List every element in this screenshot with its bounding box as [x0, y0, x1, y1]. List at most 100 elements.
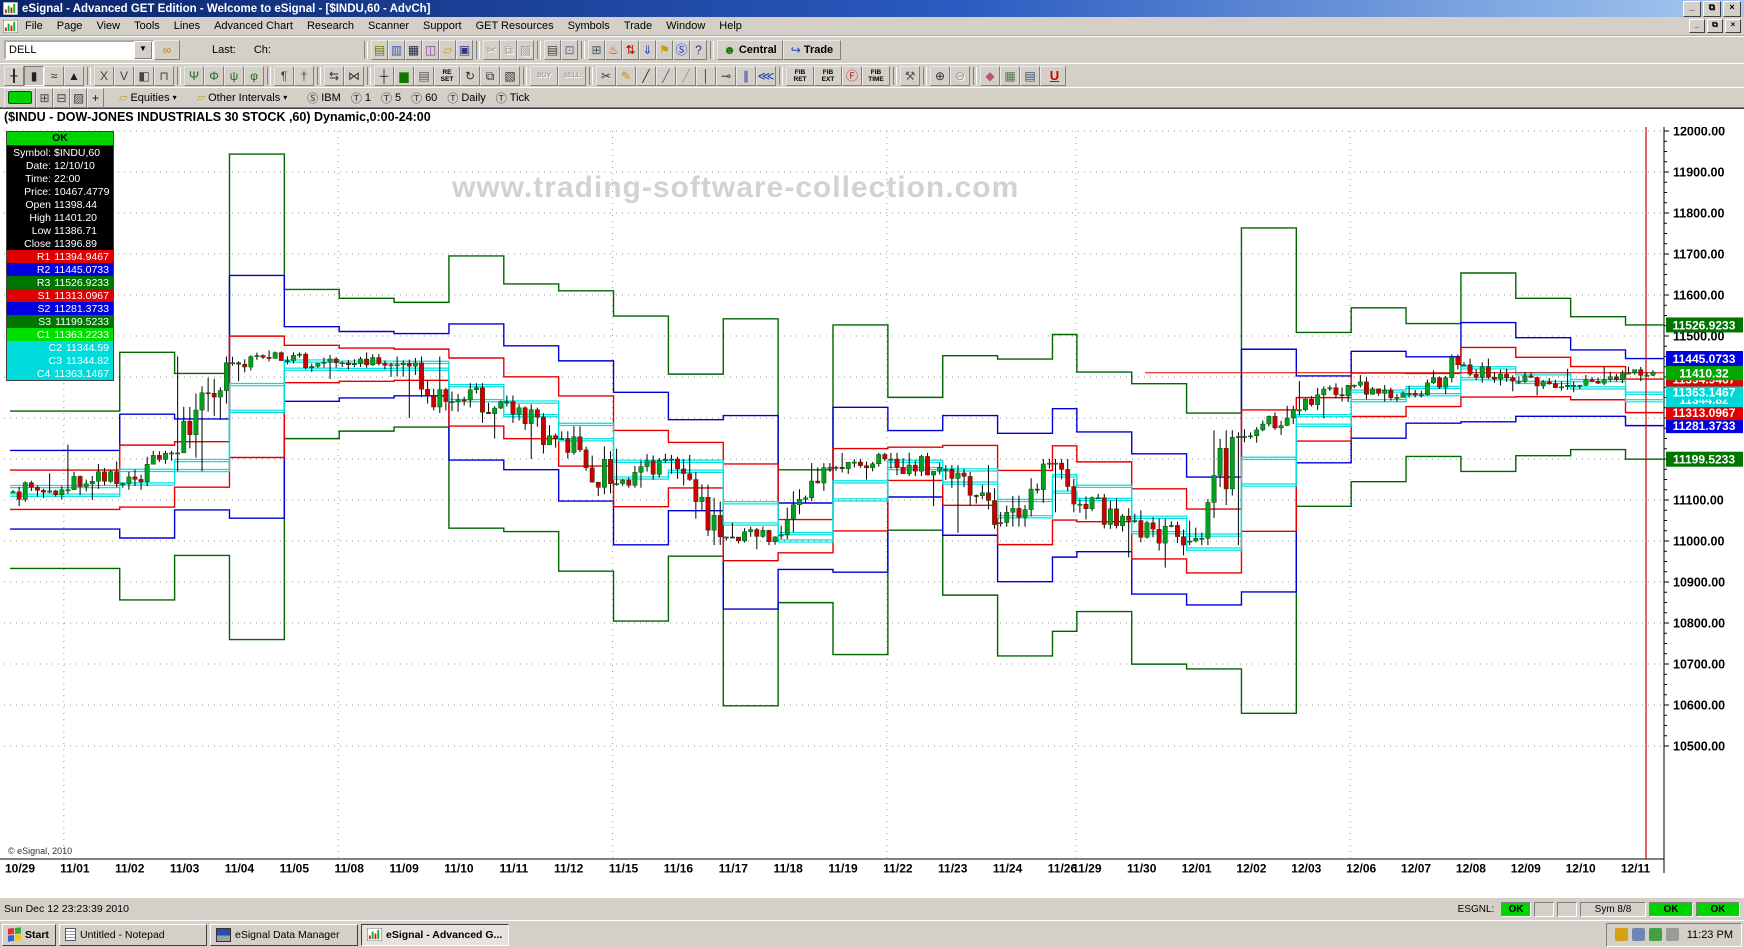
other-intervals-dropdown[interactable]: ▱ Other Intervals ▾: [192, 89, 293, 107]
copy-layout-icon[interactable]: ⊟: [53, 87, 70, 108]
menu-research[interactable]: Research: [300, 18, 361, 34]
alerts-bell-icon[interactable]: ⚑: [655, 40, 673, 60]
add-page-icon[interactable]: +: [87, 87, 104, 108]
volume-icon[interactable]: [1665, 928, 1679, 941]
chart-gallery-icon[interactable]: ◫: [421, 40, 439, 60]
grid-style-icon[interactable]: ▦: [1000, 65, 1020, 86]
hot-lists-icon[interactable]: ♨: [604, 40, 622, 60]
fan-lines-icon[interactable]: ⋘: [756, 65, 776, 86]
fib-time-button[interactable]: FIB TIME: [862, 65, 890, 86]
menu-view[interactable]: View: [89, 18, 127, 34]
interval-tick-button[interactable]: Ⓣ Tick: [491, 89, 535, 107]
interval-daily-button[interactable]: Ⓣ Daily: [442, 89, 490, 107]
delete-drawing-icon[interactable]: ✂: [596, 65, 616, 86]
three-line-break-icon[interactable]: ⊓: [154, 65, 174, 86]
display-icon[interactable]: [1631, 928, 1645, 941]
mdi-close-button[interactable]: ×: [1725, 19, 1741, 33]
time-marker-icon[interactable]: †: [294, 65, 314, 86]
trade-button[interactable]: ↪ Trade: [782, 40, 841, 60]
buy-button[interactable]: BUY: [530, 65, 558, 86]
open-folder-icon[interactable]: ▱: [438, 40, 456, 60]
fib-circles-button[interactable]: Ⓕ: [842, 65, 862, 86]
zoom-out-icon[interactable]: ⊖: [950, 65, 970, 86]
regression-tool-icon[interactable]: ⚒: [900, 65, 920, 86]
vertical-line-icon[interactable]: │: [696, 65, 716, 86]
symbol-search-icon[interactable]: Ⓢ: [672, 40, 690, 60]
minimize-button[interactable]: _: [1683, 0, 1701, 17]
menu-get-resources[interactable]: GET Resources: [469, 18, 561, 34]
menu-trade[interactable]: Trade: [617, 18, 659, 34]
menu-lines[interactable]: Lines: [167, 18, 207, 34]
extended-line-icon[interactable]: ╱: [676, 65, 696, 86]
parallel-lines-icon[interactable]: ∥: [736, 65, 756, 86]
equities-dropdown[interactable]: ▱ Equities ▾: [114, 89, 182, 107]
menu-advanced-chart[interactable]: Advanced Chart: [207, 18, 300, 34]
bar-chart-type-icon[interactable]: ╂: [4, 65, 24, 86]
point-figure-icon[interactable]: X: [94, 65, 114, 86]
combo-dropdown-icon[interactable]: ▼: [134, 41, 152, 59]
menu-help[interactable]: Help: [712, 18, 749, 34]
trendline-icon[interactable]: ╱: [636, 65, 656, 86]
page-wizard-icon[interactable]: ▥: [387, 40, 405, 60]
interval-1-button[interactable]: Ⓣ 1: [346, 89, 376, 107]
cut-icon[interactable]: ✂: [482, 40, 500, 60]
underline-button[interactable]: U: [1040, 65, 1066, 86]
taskbar-window-3[interactable]: eSignal - Advanced G...: [361, 923, 509, 946]
sell-button[interactable]: SELL: [558, 65, 586, 86]
taskbar-window-1[interactable]: Untitled - Notepad: [59, 923, 207, 946]
reset-button[interactable]: RE SET: [434, 65, 460, 86]
expert-xtl-icon[interactable]: Φ: [204, 65, 224, 86]
renko-chart-icon[interactable]: ◧: [134, 65, 154, 86]
interval-5-button[interactable]: Ⓣ 5: [376, 89, 406, 107]
crosshair-icon[interactable]: ┼: [374, 65, 394, 86]
mdi-minimize-button[interactable]: _: [1689, 19, 1705, 33]
expert-elliott-icon[interactable]: Ψ: [184, 65, 204, 86]
symbol-combo[interactable]: DELL ▼: [4, 40, 154, 60]
central-button[interactable]: ☻ Central: [716, 40, 783, 60]
menu-scanner[interactable]: Scanner: [361, 18, 416, 34]
profit-index-icon[interactable]: ¶: [274, 65, 294, 86]
menu-file[interactable]: File: [18, 18, 50, 34]
data-window-icon[interactable]: ▤: [1020, 65, 1040, 86]
layout-options-icon[interactable]: ▨: [70, 87, 87, 108]
expand-bars-icon[interactable]: ⇆: [324, 65, 344, 86]
expert-oscillator-icon[interactable]: φ: [244, 65, 264, 86]
position-manager-icon[interactable]: ⊞: [587, 40, 605, 60]
menu-support[interactable]: Support: [416, 18, 469, 34]
ohlc-layout-icon[interactable]: ▤: [414, 65, 434, 86]
menu-window[interactable]: Window: [659, 18, 712, 34]
close-button[interactable]: ×: [1723, 0, 1741, 17]
save-icon[interactable]: ▣: [455, 40, 473, 60]
kagi-chart-icon[interactable]: V: [114, 65, 134, 86]
up-down-ticker-icon[interactable]: ⇅: [621, 40, 639, 60]
line-chart-type-icon[interactable]: ≈: [44, 65, 64, 86]
interval-60-button[interactable]: Ⓣ 60: [406, 89, 442, 107]
fib-extension-button[interactable]: FIB EXT: [814, 65, 842, 86]
menu-symbols[interactable]: Symbols: [561, 18, 617, 34]
menu-page[interactable]: Page: [50, 18, 90, 34]
print-preview-icon[interactable]: ⊡: [560, 40, 578, 60]
quote-board-icon[interactable]: ▦: [404, 40, 422, 60]
print-icon[interactable]: ▤: [543, 40, 561, 60]
area-chart-type-icon[interactable]: ▲: [64, 65, 84, 86]
eraser-icon[interactable]: ◆: [980, 65, 1000, 86]
expert-gann-icon[interactable]: ψ: [224, 65, 244, 86]
paste-icon[interactable]: ▨: [516, 40, 534, 60]
start-button[interactable]: Start: [2, 923, 56, 946]
price-chart[interactable]: 12000.00 11900.00 11800.00 11700.00 11600.00…: [0, 127, 1744, 898]
key-icon[interactable]: [1614, 928, 1628, 941]
network-icon[interactable]: [1648, 928, 1662, 941]
mdi-restore-button[interactable]: ⧉: [1707, 19, 1723, 33]
chart-options-icon[interactable]: ▧: [500, 65, 520, 86]
menu-tools[interactable]: Tools: [127, 18, 167, 34]
data-download-icon[interactable]: ⇓: [638, 40, 656, 60]
symbol-ibm-button[interactable]: Ⓢ IBM: [302, 89, 346, 107]
copy-icon[interactable]: ⧉: [499, 40, 517, 60]
symbol-combo-value[interactable]: DELL: [6, 44, 134, 56]
ray-line-icon[interactable]: ╱: [656, 65, 676, 86]
candle-chart-type-icon[interactable]: ▮: [24, 65, 44, 86]
connection-status-icon[interactable]: [4, 87, 36, 108]
new-page-icon[interactable]: ▤: [370, 40, 388, 60]
color-bars-icon[interactable]: ▆: [394, 65, 414, 86]
context-help-icon[interactable]: ?: [689, 40, 707, 60]
